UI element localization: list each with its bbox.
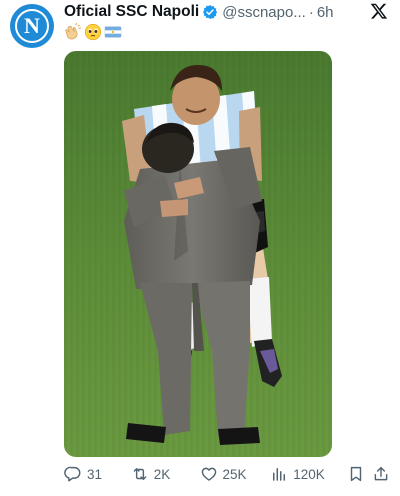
reply-count: 31: [87, 466, 103, 482]
napoli-logo-icon: N: [15, 9, 49, 43]
bookmark-button[interactable]: [347, 465, 373, 483]
x-logo-icon[interactable]: [370, 2, 388, 20]
photo-illustration: [64, 51, 332, 457]
display-name[interactable]: Oficial SSC Napoli: [64, 3, 199, 21]
retweet-icon: [133, 468, 147, 480]
share-icon: [375, 466, 388, 481]
views-button[interactable]: 120K: [270, 465, 347, 483]
like-count: 25K: [222, 466, 247, 482]
tweet-text: [64, 22, 122, 42]
bookmark-icon: [350, 466, 362, 482]
heart-icon: [201, 467, 216, 481]
user-handle[interactable]: @sscnapo...: [222, 4, 306, 21]
views-chart-icon: [273, 468, 286, 481]
like-button[interactable]: 25K: [200, 465, 271, 483]
avatar-letter: N: [24, 13, 40, 38]
tweet-header: Oficial SSC Napoli @sscnapo... · 6h: [64, 2, 360, 22]
separator-dot: ·: [308, 3, 314, 21]
verified-badge-icon: [203, 5, 218, 19]
avatar[interactable]: N: [10, 4, 54, 48]
reply-button[interactable]: 31: [64, 465, 131, 483]
pleading-face-icon: [84, 23, 102, 41]
tweet-photo[interactable]: [64, 51, 332, 457]
tweet-actions: 31 2K 25K 120K: [64, 463, 392, 485]
timestamp[interactable]: 6h: [317, 4, 334, 21]
tweet: N Oficial SSC Napoli @sscnapo... · 6h 31…: [0, 0, 400, 496]
retweet-button[interactable]: 2K: [131, 465, 200, 483]
reply-icon: [64, 466, 81, 482]
views-count: 120K: [293, 466, 325, 482]
argentina-flag-icon: [104, 26, 122, 38]
clapping-hands-icon: [65, 23, 81, 40]
share-button[interactable]: [372, 465, 392, 483]
retweet-count: 2K: [153, 466, 171, 482]
